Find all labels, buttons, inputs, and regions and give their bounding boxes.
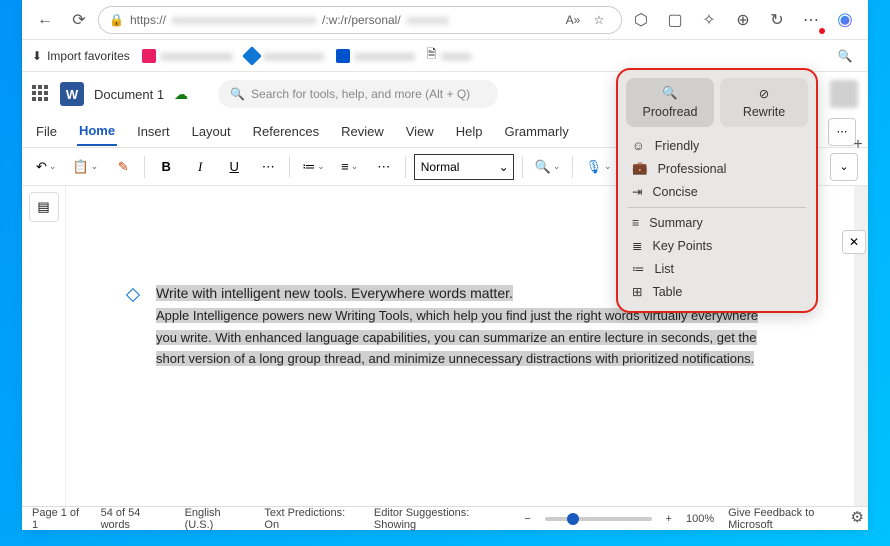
- italic-button[interactable]: I: [187, 154, 213, 180]
- url-mid: /:w:/r/personal/: [322, 13, 401, 27]
- tab-view[interactable]: View: [404, 118, 436, 145]
- import-icon: ⬇: [32, 49, 42, 63]
- avatar[interactable]: [830, 80, 858, 108]
- search-input[interactable]: 🔍 Search for tools, help, and more (Alt …: [218, 80, 498, 108]
- status-lang[interactable]: English (U.S.): [185, 507, 251, 531]
- font-more-button[interactable]: ⋯: [255, 154, 281, 180]
- bold-button[interactable]: B: [153, 154, 179, 180]
- doc-body: Apple Intelligence powers new Writing To…: [156, 305, 764, 369]
- format-painter-button[interactable]: ✎: [110, 154, 136, 180]
- zoom-in-button[interactable]: +: [666, 513, 672, 525]
- feedback-link[interactable]: Give Feedback to Microsoft: [728, 507, 858, 531]
- bookmark-icon: [242, 46, 262, 66]
- tone-concise[interactable]: ⇥Concise: [626, 180, 808, 203]
- tab-review[interactable]: Review: [339, 118, 386, 145]
- settings-icon[interactable]: ⚙: [851, 508, 864, 526]
- bookmark-1[interactable]: xxxxxxxxxxxx: [142, 49, 233, 63]
- style-select[interactable]: Normal: [414, 154, 514, 180]
- address-bar[interactable]: 🔒 https:// xxxxxxxxxxxxxxxxxxxxxxxx /:w:…: [98, 6, 622, 34]
- status-bar: Page 1 of 1 54 of 54 words English (U.S.…: [22, 506, 868, 530]
- add-pane-button[interactable]: +: [853, 136, 862, 154]
- tab-insert[interactable]: Insert: [135, 118, 172, 145]
- history-icon[interactable]: ↻: [762, 5, 792, 35]
- star-icon[interactable]: ☆: [587, 5, 611, 35]
- sidebar-rail: +: [848, 136, 868, 216]
- magnify-icon: 🔍: [662, 86, 678, 101]
- document-name[interactable]: Document 1: [94, 87, 164, 102]
- browser-toolbar: ← ⟳ 🔒 https:// xxxxxxxxxxxxxxxxxxxxxxxx …: [22, 0, 868, 40]
- word-logo-icon: W: [60, 82, 84, 106]
- zoom-slider[interactable]: [545, 517, 652, 521]
- tab-layout[interactable]: Layout: [190, 118, 233, 145]
- op-list[interactable]: ≔List: [626, 257, 808, 280]
- tabs-icon[interactable]: ▢: [660, 5, 690, 35]
- bookmark-icon: [336, 49, 350, 63]
- url-blur-2: xxxxxxx: [407, 13, 449, 27]
- back-button[interactable]: ←: [30, 5, 60, 35]
- status-suggestions[interactable]: Editor Suggestions: Showing: [374, 507, 510, 531]
- table-icon: ⊞: [632, 284, 642, 299]
- rewrite-button[interactable]: ⊘ Rewrite: [720, 78, 808, 127]
- underline-button[interactable]: U: [221, 154, 247, 180]
- status-words[interactable]: 54 of 54 words: [101, 507, 171, 531]
- saved-icon: ☁: [174, 86, 188, 103]
- bookmark-4[interactable]: 🗎xxxxx: [427, 45, 472, 66]
- op-summary[interactable]: ≡Summary: [626, 212, 808, 234]
- url-blur-1: xxxxxxxxxxxxxxxxxxxxxxxx: [172, 13, 316, 27]
- navigation-button[interactable]: ▤: [29, 192, 59, 222]
- concise-icon: ⇥: [632, 184, 642, 199]
- status-page[interactable]: Page 1 of 1: [32, 507, 87, 531]
- url-prefix: https://: [130, 13, 166, 27]
- tone-professional[interactable]: 💼Professional: [626, 157, 808, 180]
- import-favorites[interactable]: ⬇ Import favorites: [32, 49, 130, 63]
- refresh-button[interactable]: ⟳: [64, 5, 94, 35]
- tab-grammarly[interactable]: Grammarly: [502, 118, 570, 145]
- collections-icon[interactable]: ⊕: [728, 5, 758, 35]
- copilot-icon[interactable]: ◉: [830, 5, 860, 35]
- close-pane-button[interactable]: ✕: [842, 230, 866, 254]
- zoom-out-button[interactable]: −: [524, 513, 530, 525]
- addr-actions: A» ☆: [561, 5, 611, 35]
- find-button[interactable]: 🔍⌄: [531, 154, 565, 180]
- align-button[interactable]: ≡⌄: [337, 154, 363, 180]
- bullets-button[interactable]: ≔⌄: [298, 154, 329, 180]
- tone-friendly[interactable]: ☺Friendly: [626, 135, 808, 157]
- status-predictions[interactable]: Text Predictions: On: [264, 507, 360, 531]
- search-icon[interactable]: 🔍: [830, 41, 860, 71]
- favorites-icon[interactable]: ✧: [694, 5, 724, 35]
- briefcase-icon: 💼: [632, 161, 648, 176]
- comment-marker-icon[interactable]: [126, 288, 140, 302]
- tab-home[interactable]: Home: [77, 117, 117, 146]
- read-aloud-icon[interactable]: A»: [561, 5, 585, 35]
- extensions-icon[interactable]: ⬡: [626, 5, 656, 35]
- lock-icon: 🔒: [109, 13, 124, 27]
- tab-references[interactable]: References: [251, 118, 321, 145]
- op-keypoints[interactable]: ≣Key Points: [626, 234, 808, 257]
- app-launcher-icon[interactable]: [32, 85, 50, 103]
- proofread-button[interactable]: 🔍 Proofread: [626, 78, 714, 127]
- keypoints-icon: ≣: [632, 238, 642, 253]
- para-more-button[interactable]: ⋯: [371, 154, 397, 180]
- op-table[interactable]: ⊞Table: [626, 280, 808, 303]
- file-icon: 🗎: [427, 45, 437, 66]
- undo-button[interactable]: ↶⌄: [32, 154, 60, 180]
- search-icon: 🔍: [230, 87, 245, 101]
- list-icon: ≔: [632, 261, 645, 276]
- bookmark-3[interactable]: xxxxxxxxxx: [336, 49, 415, 63]
- rewrite-icon: ⊘: [759, 86, 769, 101]
- paste-button[interactable]: 📋⌄: [68, 154, 102, 180]
- more-icon[interactable]: ⋯: [796, 5, 826, 35]
- tab-file[interactable]: File: [34, 118, 59, 145]
- tab-help[interactable]: Help: [454, 118, 485, 145]
- nav-rail: ▤: [22, 186, 66, 506]
- bookmark-icon: [142, 49, 156, 63]
- zoom-level[interactable]: 100%: [686, 513, 714, 525]
- summary-icon: ≡: [632, 216, 639, 230]
- bookmark-2[interactable]: xxxxxxxxxx: [245, 49, 324, 63]
- smile-icon: ☺: [632, 139, 645, 153]
- writing-tools-popup: 🔍 Proofread ⊘ Rewrite ☺Friendly 💼Profess…: [616, 68, 818, 313]
- scrollbar[interactable]: ✕: [854, 186, 868, 506]
- dictate-button[interactable]: 🎙⌄: [581, 154, 615, 180]
